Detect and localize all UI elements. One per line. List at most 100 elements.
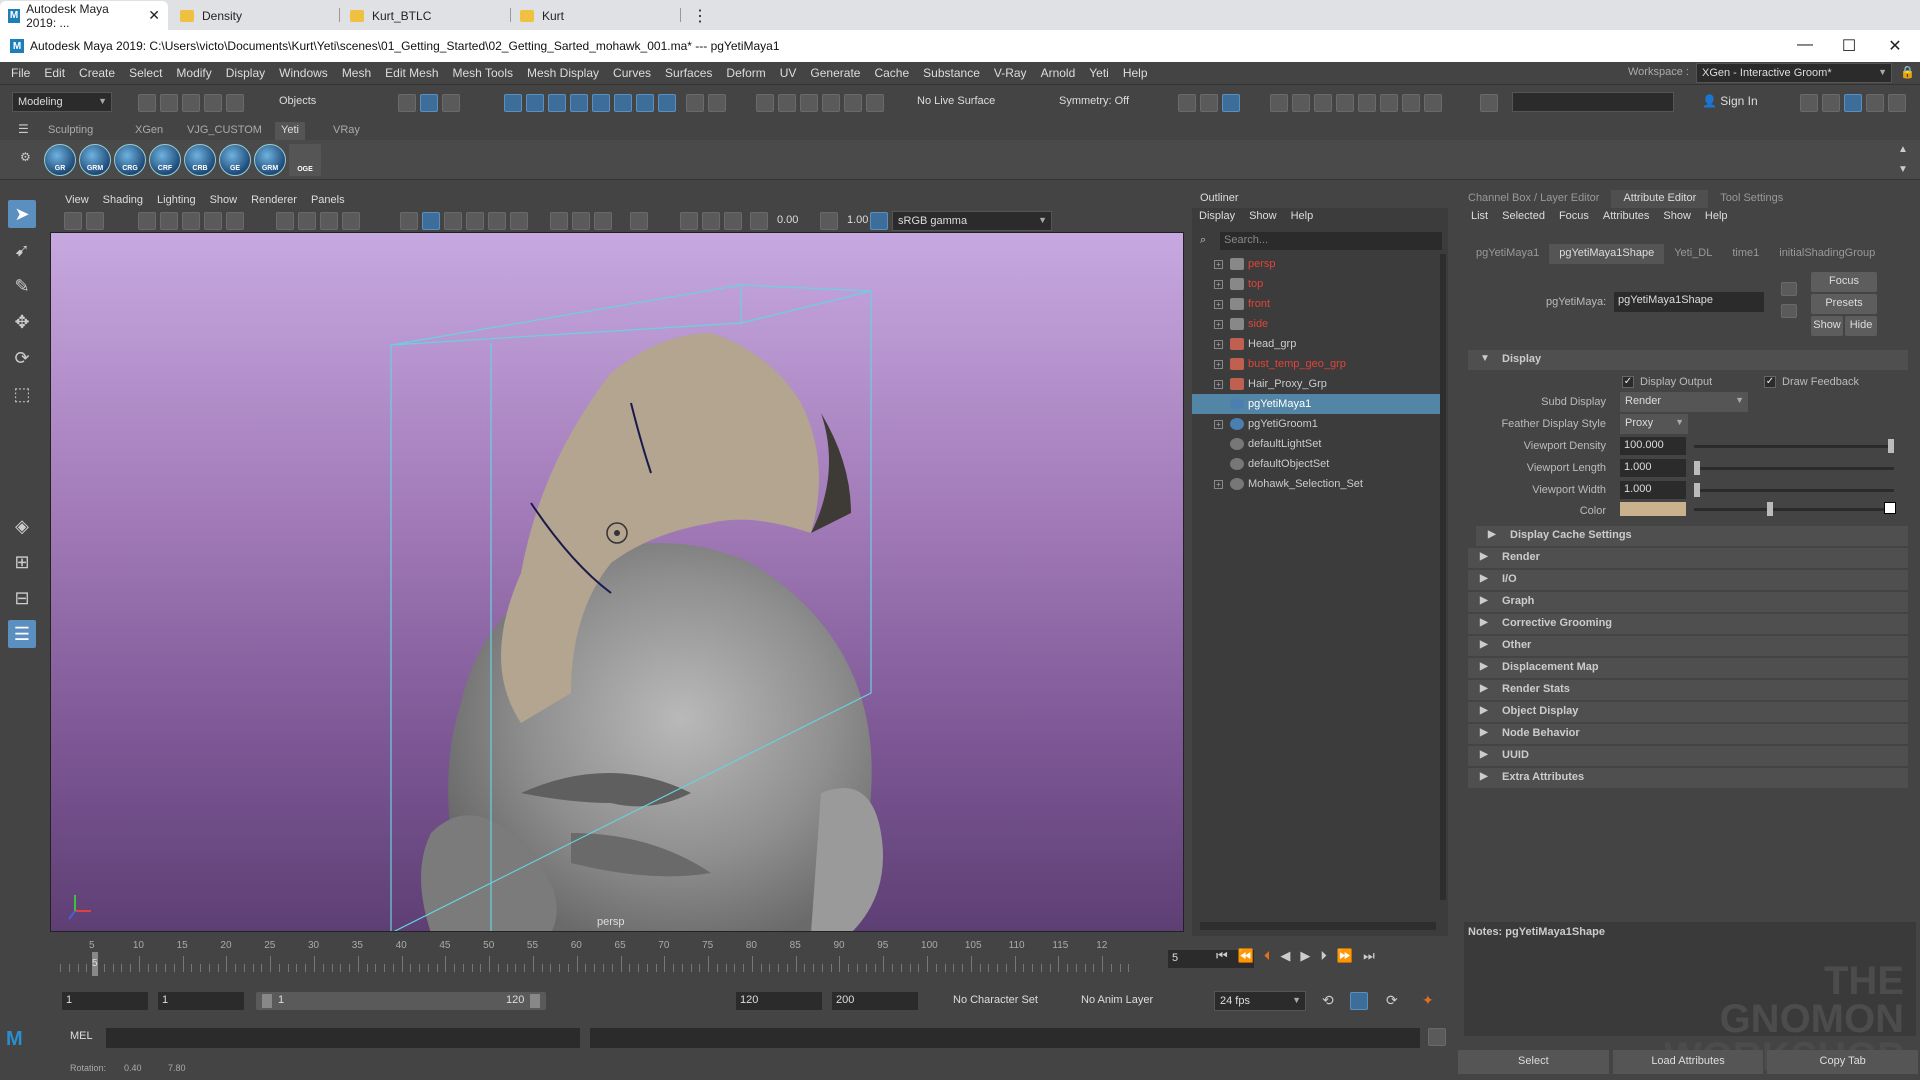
- viewport-density-slider[interactable]: [1694, 439, 1894, 453]
- layout-icon[interactable]: [1822, 94, 1840, 112]
- single-view-icon[interactable]: ◈: [8, 512, 36, 540]
- draw-feedback-checkbox[interactable]: ✓: [1764, 376, 1776, 388]
- menu-item-uv[interactable]: UV: [773, 66, 804, 80]
- menu-item-mesh-display[interactable]: Mesh Display: [520, 66, 606, 80]
- input-output-icon[interactable]: [708, 94, 726, 112]
- time-ruler[interactable]: 5 10 15 20 25 30 35 40 45 50 55 60 65 70 75 80 85 90 95 100…: [60, 938, 1146, 978]
- menu-item-cache[interactable]: Cache: [867, 66, 916, 80]
- shelf-tab-xgen[interactable]: XGen: [129, 122, 169, 140]
- wireframe-icon[interactable]: [400, 212, 418, 230]
- xray-components-icon[interactable]: [724, 212, 742, 230]
- play-forward-icon[interactable]: ▶: [1300, 948, 1310, 964]
- expand-icon[interactable]: +: [1214, 359, 1223, 369]
- step-back-frame-icon[interactable]: ⏴: [1264, 948, 1271, 964]
- close-tab-icon[interactable]: ✕: [148, 7, 160, 24]
- section-display-cache-settings[interactable]: ▶ Display Cache Settings: [1476, 526, 1908, 546]
- step-back-key-icon[interactable]: ⏪: [1238, 948, 1254, 964]
- slider-handle[interactable]: [1767, 502, 1773, 516]
- node-tab-yeti-dl[interactable]: Yeti_DL: [1664, 244, 1722, 264]
- panel-tab-attribute-editor[interactable]: Attribute Editor: [1611, 190, 1709, 208]
- menu-item-display[interactable]: Display: [219, 66, 272, 80]
- slider-handle[interactable]: [1888, 439, 1894, 453]
- snap-point-icon[interactable]: [548, 94, 566, 112]
- outliner-view-icon[interactable]: ☰: [8, 620, 36, 648]
- gate-mask-icon[interactable]: [276, 212, 294, 230]
- camera-select-icon[interactable]: [64, 212, 82, 230]
- shelf-tab-vray[interactable]: VRay: [327, 122, 366, 140]
- 3d-viewport[interactable]: persp: [50, 232, 1184, 932]
- layout-icon[interactable]: [1844, 94, 1862, 112]
- ae-menu-list[interactable]: List: [1464, 210, 1495, 222]
- color-management-icon[interactable]: [870, 212, 888, 230]
- two-view-icon[interactable]: ⊟: [8, 584, 36, 612]
- character-set-dropdown[interactable]: No Character Set: [948, 991, 1060, 1011]
- xray-joints-icon[interactable]: [702, 212, 720, 230]
- shelf-tab-yeti[interactable]: Yeti: [275, 122, 305, 140]
- viewport-menu-shading[interactable]: Shading: [96, 194, 150, 206]
- grid-icon[interactable]: [182, 212, 200, 230]
- step-forward-frame-icon[interactable]: ⏵: [1320, 948, 1327, 964]
- menu-item-edit-mesh[interactable]: Edit Mesh: [378, 66, 445, 80]
- ae-menu-focus[interactable]: Focus: [1552, 210, 1596, 222]
- sign-in-button[interactable]: 👤 Sign In: [1702, 94, 1758, 108]
- section-i-o[interactable]: ▶ I/O: [1468, 570, 1908, 590]
- outliner-item[interactable]: + Hair_Proxy_Grp: [1192, 374, 1440, 394]
- load-attributes-button[interactable]: Load Attributes: [1612, 1050, 1764, 1074]
- outliner-search-input[interactable]: Search...: [1220, 232, 1442, 250]
- scroll-up-icon[interactable]: ▲: [1898, 144, 1908, 155]
- render-setup-icon[interactable]: [1380, 94, 1398, 112]
- undo-icon[interactable]: [204, 94, 222, 112]
- menu-item-mesh[interactable]: Mesh: [335, 66, 378, 80]
- film-gate-icon[interactable]: [204, 212, 222, 230]
- display-output-checkbox[interactable]: ✓: [1622, 376, 1634, 388]
- section-uuid[interactable]: ▶ UUID: [1468, 746, 1908, 766]
- menu-icon[interactable]: ☰: [18, 122, 29, 136]
- outliner-item[interactable]: defaultLightSet: [1192, 434, 1440, 454]
- command-search-input[interactable]: [1512, 92, 1674, 112]
- time-slider[interactable]: 5 10 15 20 25 30 35 40 45 50 55 60 65 70 75 80 85 90 95 100…: [50, 938, 1254, 978]
- node-tab-pgyetimaya1shape[interactable]: pgYetiMaya1Shape: [1549, 244, 1665, 264]
- play-backward-icon[interactable]: ◀: [1280, 948, 1290, 964]
- range-slider[interactable]: 1 120: [256, 992, 546, 1010]
- pause-icon[interactable]: [1424, 94, 1442, 112]
- wireframe-on-shaded-icon[interactable]: [444, 212, 462, 230]
- outliner-scrollbar[interactable]: [1440, 254, 1446, 900]
- node-tab-time1[interactable]: time1: [1722, 244, 1769, 264]
- maximize-icon[interactable]: ☐: [1834, 36, 1864, 56]
- expand-icon[interactable]: +: [1214, 319, 1223, 329]
- ae-menu-show[interactable]: Show: [1656, 210, 1698, 222]
- section-other[interactable]: ▶ Other: [1468, 636, 1908, 656]
- show-button[interactable]: Show: [1811, 316, 1843, 336]
- menu-item-curves[interactable]: Curves: [606, 66, 658, 80]
- bookmark-icon[interactable]: [138, 212, 156, 230]
- section-render[interactable]: ▶ Render: [1468, 548, 1908, 568]
- auto-key-icon[interactable]: [1350, 992, 1368, 1010]
- step-forward-key-icon[interactable]: ⏩: [1337, 948, 1353, 964]
- viewport-menu-view[interactable]: View: [58, 194, 96, 206]
- expand-icon[interactable]: +: [1214, 379, 1223, 389]
- menu-item-arnold[interactable]: Arnold: [1034, 66, 1083, 80]
- anti-aliasing-icon[interactable]: [572, 212, 590, 230]
- notes-area[interactable]: Notes: pgYetiMaya1Shape THE GNOMON WORKS…: [1464, 922, 1916, 1077]
- snap-orient-icon[interactable]: [636, 94, 654, 112]
- viewport-menu-renderer[interactable]: Renderer: [244, 194, 304, 206]
- outliner-item[interactable]: + bust_temp_geo_grp: [1192, 354, 1440, 374]
- head-mesh[interactable]: [421, 543, 883, 932]
- script-editor-icon[interactable]: [1428, 1028, 1446, 1046]
- light-editor-icon[interactable]: [1402, 94, 1420, 112]
- hypershade-icon[interactable]: [1358, 94, 1376, 112]
- expand-icon[interactable]: +: [1214, 279, 1223, 289]
- new-scene-icon[interactable]: [138, 94, 156, 112]
- copy-tab-button[interactable]: Copy Tab: [1767, 1050, 1919, 1074]
- node-tab-pgyetimaya1[interactable]: pgYetiMaya1: [1466, 244, 1549, 264]
- isolate-select-icon[interactable]: [630, 212, 648, 230]
- expand-icon[interactable]: +: [1214, 479, 1223, 489]
- construction-history-icon[interactable]: [756, 94, 774, 112]
- four-view-icon[interactable]: ⊞: [8, 548, 36, 576]
- loop-icon[interactable]: ⟲: [1322, 992, 1334, 1009]
- browser-tab-density[interactable]: Density: [172, 1, 338, 30]
- image-plane-icon[interactable]: [160, 212, 178, 230]
- outliner-item[interactable]: + Mohawk_Selection_Set: [1192, 474, 1440, 494]
- shelf-icon-crf[interactable]: CRF: [149, 144, 181, 176]
- color-picker-icon[interactable]: [1884, 502, 1896, 514]
